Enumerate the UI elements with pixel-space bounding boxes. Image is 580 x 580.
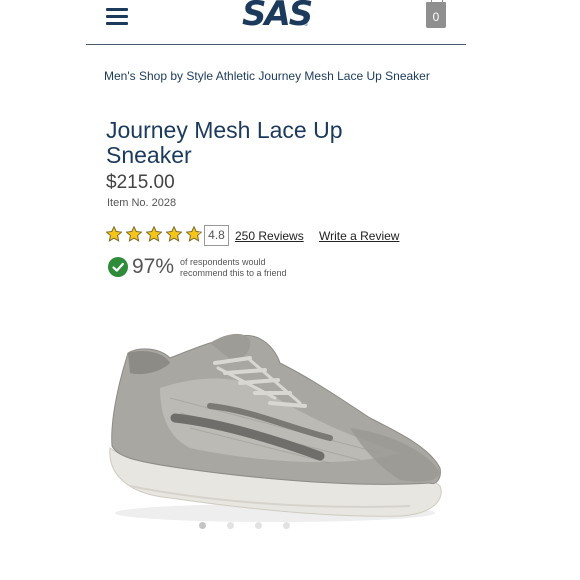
hamburger-menu-icon[interactable] <box>106 8 128 26</box>
brand-logo[interactable]: SAS <box>242 0 313 34</box>
product-title: Journey Mesh Lace Up Sneaker <box>106 117 343 168</box>
recommend-text: of respondents would recommend this to a… <box>180 257 287 278</box>
star-icon <box>126 226 142 242</box>
product-price: $215.00 <box>106 172 175 193</box>
breadcrumb-athletic[interactable]: Athletic <box>216 69 255 83</box>
reviews-link[interactable]: 250 Reviews <box>235 229 304 243</box>
star-icon <box>106 226 122 242</box>
star-icon <box>166 226 182 242</box>
carousel-dot[interactable] <box>199 522 206 529</box>
star-icon <box>146 226 162 242</box>
recommend-percent: 97% <box>132 255 175 278</box>
carousel-dot[interactable] <box>283 522 290 529</box>
breadcrumb-by-style[interactable]: by Style <box>170 69 213 83</box>
star-icon <box>186 226 202 242</box>
cart-count: 0 <box>432 10 440 24</box>
product-image[interactable] <box>100 318 450 523</box>
breadcrumb-mens-shop[interactable]: Men's Shop <box>104 69 167 83</box>
breadcrumb-current: Journey Mesh Lace Up Sneaker <box>258 69 430 83</box>
rating-value: 4.8 <box>204 225 229 246</box>
carousel-dot[interactable] <box>255 522 262 529</box>
carousel-dot[interactable] <box>227 522 234 529</box>
item-number: Item No. 2028 <box>107 197 177 209</box>
site-header: SAS ® 0 <box>86 0 466 45</box>
image-carousel-dots <box>199 522 311 529</box>
checkmark-icon <box>108 257 128 277</box>
breadcrumb: Men's Shop by Style Athletic Journey Mes… <box>104 69 430 83</box>
shopping-bag-icon[interactable]: 0 <box>426 0 446 28</box>
logo-registered-mark: ® <box>304 22 308 28</box>
star-rating <box>106 226 206 244</box>
write-review-link[interactable]: Write a Review <box>319 229 399 243</box>
